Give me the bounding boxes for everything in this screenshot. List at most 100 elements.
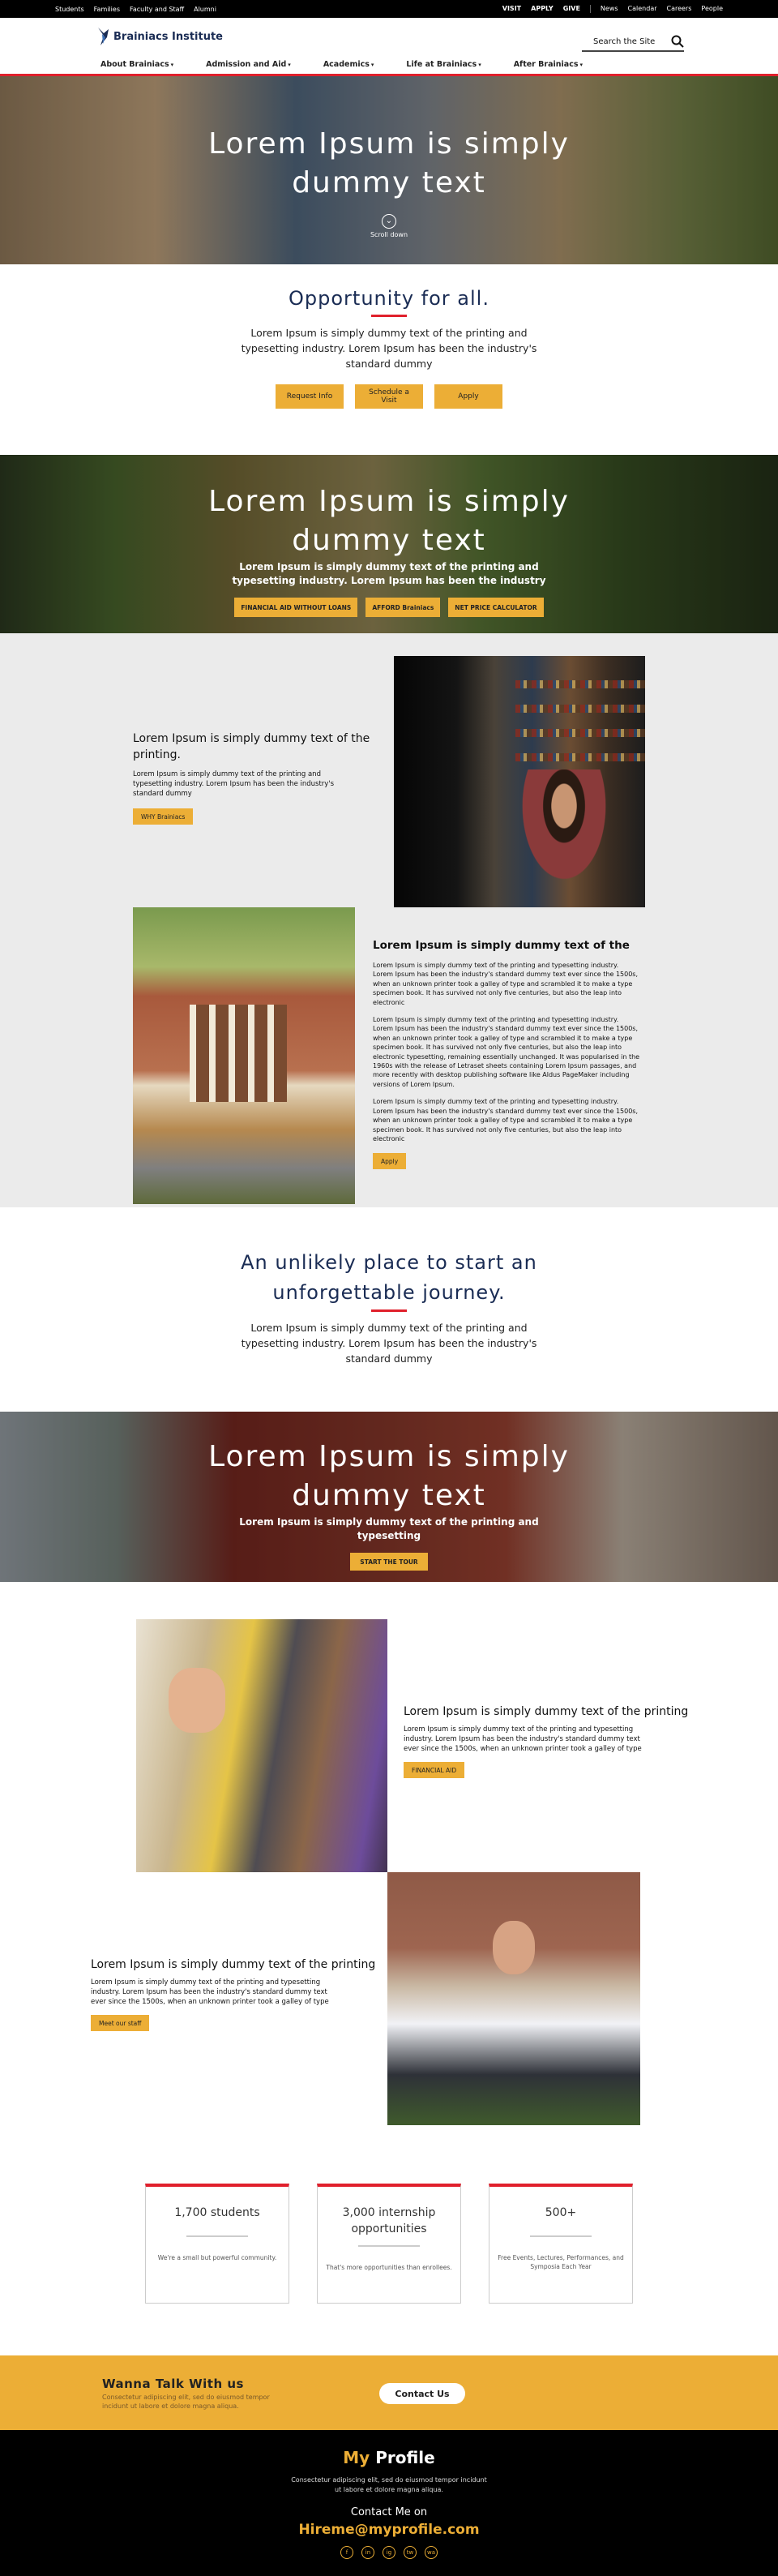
financial-aid-button[interactable]: FINANCIAL AID (404, 1762, 465, 1778)
link-apply[interactable]: APPLY (531, 5, 554, 13)
feature-paragraph: Lorem Ipsum is simply dummy text of the … (373, 962, 639, 1006)
instagram-icon[interactable]: ig (383, 2546, 395, 2559)
stat-caption: We're a small but powerful community. (157, 2254, 277, 2261)
section-title-line: An unlikely place to start an (241, 1251, 537, 1274)
aid-actions: FINANCIAL AID WITHOUT LOANS AFFORD Brain… (0, 598, 778, 617)
net-price-calculator-button[interactable]: NET PRICE CALCULATOR (448, 598, 544, 617)
nav-label: Life at Brainiacs (406, 60, 477, 69)
stats-section: 1,700 students We're a small but powerfu… (0, 2175, 778, 2355)
chevron-down-icon: ▾ (370, 62, 374, 68)
why-button[interactable]: WHY Brainiacs (133, 808, 194, 825)
facebook-icon[interactable]: f (340, 2546, 353, 2559)
start-tour-button[interactable]: START THE TOUR (350, 1553, 428, 1571)
stat-caption: That's more opportunities than enrollees… (326, 2264, 452, 2271)
site-footer: My Profile Consectetur adipiscing elit, … (0, 2430, 778, 2576)
link-give[interactable]: GIVE (563, 5, 580, 13)
link-students[interactable]: Students (55, 6, 84, 13)
nav-academics[interactable]: Academics ▾ (323, 60, 374, 69)
tour-banner: Lorem Ipsum is simply dummy text Lorem Ip… (0, 1412, 778, 1582)
nav-label: Admission and Aid (206, 60, 287, 69)
student-reading (515, 769, 613, 891)
intro-actions: Request Info Schedule a Visit Apply (0, 384, 778, 409)
chevron-down-icon: ⌄ (382, 214, 396, 229)
logo-text: Brainiacs Institute (113, 30, 224, 43)
feature-paragraph: Lorem Ipsum is simply dummy text of the … (373, 1098, 639, 1142)
bookshelf (515, 729, 645, 737)
link-visit[interactable]: VISIT (502, 5, 521, 13)
stat-caption: Free Events, Lectures, Performances, and… (498, 2254, 624, 2270)
banner-title-line: Lorem Ipsum is simply (208, 485, 570, 518)
request-info-button[interactable]: Request Info (276, 384, 344, 409)
linkedin-icon[interactable]: in (361, 2546, 374, 2559)
aid-banner: Lorem Ipsum is simply dummy text Lorem Ip… (0, 455, 778, 633)
search-box[interactable]: Search the Site (582, 32, 684, 52)
financial-aid-without-loans-button[interactable]: FINANCIAL AID WITHOUT LOANS (234, 598, 358, 617)
twitter-icon[interactable]: tw (404, 2546, 417, 2559)
logo-icon (98, 28, 109, 45)
quick-links: VISIT APPLY GIVE News Calendar Careers P… (502, 5, 723, 13)
title-underline (371, 315, 407, 317)
chevron-down-icon: ▾ (170, 62, 174, 68)
afford-button[interactable]: AFFORD Brainiacs (365, 598, 441, 617)
staff-face (493, 1921, 535, 1974)
cta-text: Consectetur adipiscing elit, sed do eius… (102, 2394, 270, 2410)
stat-value: 3,000 internship opportunities (342, 2206, 436, 2235)
banner-text: Lorem Ipsum is simply dummy text of the … (239, 1516, 539, 1541)
staff-photo (387, 1872, 640, 2125)
footer-brand: My Profile (0, 2448, 778, 2467)
whatsapp-icon[interactable]: wa (425, 2546, 438, 2559)
search-input[interactable]: Search the Site (593, 37, 655, 46)
feature-financial: Lorem Ipsum is simply dummy text of the … (404, 1704, 695, 1778)
audience-links: Students Families Faculty and Staff Alum… (55, 6, 216, 13)
scroll-label: Scroll down (370, 231, 408, 238)
nav-life[interactable]: Life at Brainiacs ▾ (406, 60, 481, 69)
feature-title: Lorem Ipsum is simply dummy text of the … (133, 732, 370, 761)
intro-text: Lorem Ipsum is simply dummy text of the … (241, 327, 537, 370)
apply-button[interactable]: Apply (373, 1153, 407, 1170)
search-icon[interactable] (671, 35, 684, 48)
nav-label: After Brainiacs (513, 60, 579, 69)
feature-text: Lorem Ipsum is simply dummy text of the … (133, 770, 335, 798)
link-alumni[interactable]: Alumni (194, 6, 216, 13)
campus-building-photo (133, 907, 355, 1204)
nav-after[interactable]: After Brainiacs ▾ (514, 60, 583, 69)
hero-title: Lorem Ipsum is simply dummy text (0, 76, 778, 203)
link-calendar[interactable]: Calendar (628, 5, 657, 13)
stat-card: 3,000 internship opportunities That's mo… (317, 2184, 461, 2304)
feature-text: Lorem Ipsum is simply dummy text of the … (91, 1978, 329, 2006)
link-people[interactable]: People (701, 5, 723, 13)
stat-value: 1,700 students (174, 2206, 260, 2219)
link-faculty[interactable]: Faculty and Staff (130, 6, 184, 13)
stat-divider (530, 2235, 592, 2237)
bookshelf (515, 705, 645, 713)
brand-profile: Profile (375, 2448, 435, 2467)
meet-staff-button[interactable]: Meet our staff (91, 2015, 150, 2031)
feature-apply: Lorem Ipsum is simply dummy text of the … (373, 938, 640, 1170)
schedule-visit-button[interactable]: Schedule a Visit (355, 384, 423, 409)
students-photo (136, 1619, 387, 1872)
section-title: Opportunity for all. (289, 287, 489, 310)
features-section: Lorem Ipsum is simply dummy text of the … (0, 633, 778, 1207)
nav-about[interactable]: About Brainiacs ▾ (100, 60, 173, 69)
email-link[interactable]: Hireme@myprofile.com (0, 2522, 778, 2538)
link-careers[interactable]: Careers (667, 5, 692, 13)
apply-button[interactable]: Apply (434, 384, 502, 409)
feature-title: Lorem Ipsum is simply dummy text of the … (404, 1705, 689, 1718)
scroll-down[interactable]: ⌄ Scroll down (0, 214, 778, 238)
link-families[interactable]: Families (94, 6, 120, 13)
divider (589, 5, 591, 13)
contact-us-button[interactable]: Contact Us (379, 2383, 465, 2404)
page: Students Families Faculty and Staff Alum… (0, 0, 778, 2576)
social-links: f in ig tw wa (0, 2546, 778, 2559)
main-nav: About Brainiacs ▾ Admission and Aid ▾ Acad… (100, 60, 583, 69)
link-news[interactable]: News (601, 5, 618, 13)
stat-divider (358, 2245, 420, 2247)
feature-staff: Lorem Ipsum is simply dummy text of the … (91, 1957, 383, 2031)
nav-label: About Brainiacs (100, 60, 169, 69)
nav-admission[interactable]: Admission and Aid ▾ (206, 60, 291, 69)
nav-label: Academics (323, 60, 370, 69)
contact-label: Contact Me on (350, 2506, 428, 2518)
banner-title-line: Lorem Ipsum is simply (208, 1440, 570, 1473)
logo[interactable]: Brainiacs Institute (96, 26, 223, 47)
feature-paragraph: Lorem Ipsum is simply dummy text of the … (373, 1016, 640, 1088)
